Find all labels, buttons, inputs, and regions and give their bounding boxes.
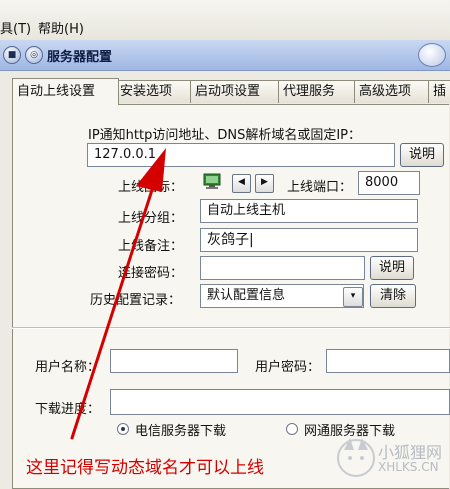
tab-startup-settings[interactable]: 启动项设置 <box>190 80 285 103</box>
prev-icon-button[interactable]: ◀ <box>232 174 251 193</box>
tab-plugin[interactable]: 插 <box>428 80 450 103</box>
clear-button[interactable]: 清除 <box>370 284 416 308</box>
watermark-subtitle: XHLKS.CN <box>378 460 439 474</box>
tab-proxy-service[interactable]: 代理服务 <box>278 80 361 103</box>
group-input[interactable]: 自动上线主机 <box>200 199 418 223</box>
monitor-icon <box>203 173 221 189</box>
username-label: 用户名称： <box>35 360 101 375</box>
menu-tools[interactable]: 具(T) <box>0 18 31 37</box>
tab-advanced-options[interactable]: 高级选项 <box>354 80 436 103</box>
user-password-input[interactable] <box>326 349 450 373</box>
username-input[interactable] <box>110 349 238 373</box>
online-icon-label: 上线图标： <box>118 180 184 195</box>
tab-install-options[interactable]: 安装选项 <box>115 80 197 103</box>
close-icon[interactable]: ■ <box>3 46 21 64</box>
menu-help[interactable]: 帮助(H) <box>38 18 84 37</box>
section-divider <box>12 327 450 329</box>
window-title: 服务器配置 <box>47 50 113 65</box>
history-select[interactable]: 默认配置信息 <box>200 284 364 308</box>
radio-telecom[interactable] <box>117 423 129 435</box>
user-password-label: 用户密码： <box>255 360 321 375</box>
chevron-down-icon[interactable]: ▾ <box>343 287 363 307</box>
explain-button-2[interactable]: 说明 <box>370 256 414 280</box>
online-group-label: 上线分组： <box>118 211 184 226</box>
history-config-label: 历史配置记录： <box>90 293 182 308</box>
tab-strip: 自动上线设置 安装选项 启动项设置 代理服务 高级选项 插 <box>0 78 450 105</box>
download-progress-label: 下载进度： <box>35 402 101 417</box>
download-progress-bar <box>110 389 450 415</box>
ip-input[interactable]: 127.0.0.1 <box>87 143 395 167</box>
window-control-icon[interactable] <box>418 43 446 67</box>
online-remark-label: 上线备注： <box>118 239 184 254</box>
next-icon-button[interactable]: ▶ <box>255 174 274 193</box>
connect-password-label: 连接密码： <box>118 266 184 281</box>
radio-netcom[interactable] <box>286 423 298 435</box>
port-input[interactable]: 8000 <box>358 171 420 195</box>
password-input[interactable] <box>200 256 365 280</box>
window-title-bar: ■ ◎ 服务器配置 <box>0 40 450 71</box>
collapse-icon[interactable]: ◎ <box>25 46 43 64</box>
tab-auto-online[interactable]: 自动上线设置 <box>12 78 119 105</box>
annotation-text: 这里记得写动态域名才可以上线 <box>26 458 264 478</box>
remark-input[interactable]: 灰鸽子| <box>200 228 418 252</box>
explain-button[interactable]: 说明 <box>400 143 444 167</box>
ip-notice-label: IP通知http访问地址、DNS解析域名或固定IP： <box>88 128 362 143</box>
radio-telecom-label[interactable]: 电信服务器下载 <box>135 420 226 439</box>
menu-bar: 具(T) 帮助(H) <box>0 0 450 41</box>
online-port-label: 上线端口： <box>287 180 353 195</box>
